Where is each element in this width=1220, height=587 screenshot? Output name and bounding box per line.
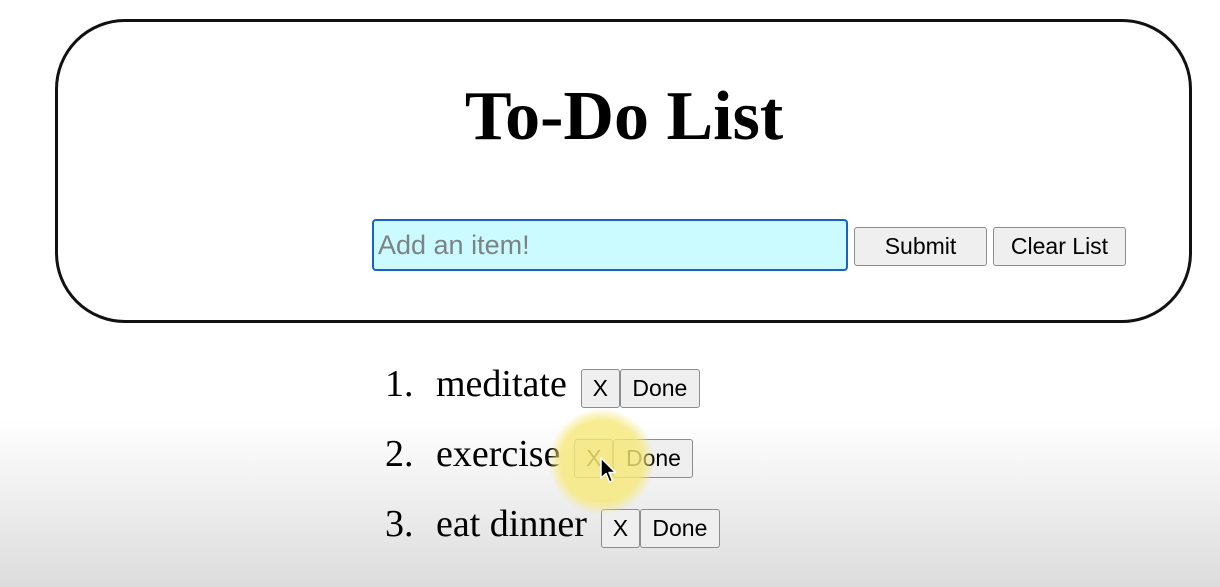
delete-item-button[interactable]: X [580,369,620,408]
add-item-input[interactable] [372,219,848,271]
todo-list: 1. meditate X Done 2. exercise X Done 3.… [385,354,720,564]
page-title: To-Do List [464,78,784,155]
todo-item-text: meditate [436,363,567,405]
todo-item-text: eat dinner [436,503,587,545]
todo-item: 1. meditate X Done [385,354,720,424]
todo-item-actions: X Done [600,509,720,548]
todo-item-actions: X Done [580,369,700,408]
submit-button[interactable]: Submit [854,227,987,266]
todo-item-number: 1. [385,363,414,405]
todo-item: 3. eat dinner X Done [385,494,720,564]
todo-item-number: 2. [385,433,414,475]
done-item-button[interactable]: Done [613,439,694,478]
delete-item-button[interactable]: X [600,509,640,548]
done-item-button[interactable]: Done [639,509,720,548]
delete-item-button[interactable]: X [574,439,614,478]
todo-item-text: exercise [436,433,561,475]
clear-list-button[interactable]: Clear List [993,227,1126,266]
todo-item-actions: X Done [574,439,694,478]
todo-item: 2. exercise X Done [385,424,720,494]
done-item-button[interactable]: Done [619,369,700,408]
todo-card [55,19,1192,323]
todo-item-number: 3. [385,503,414,545]
